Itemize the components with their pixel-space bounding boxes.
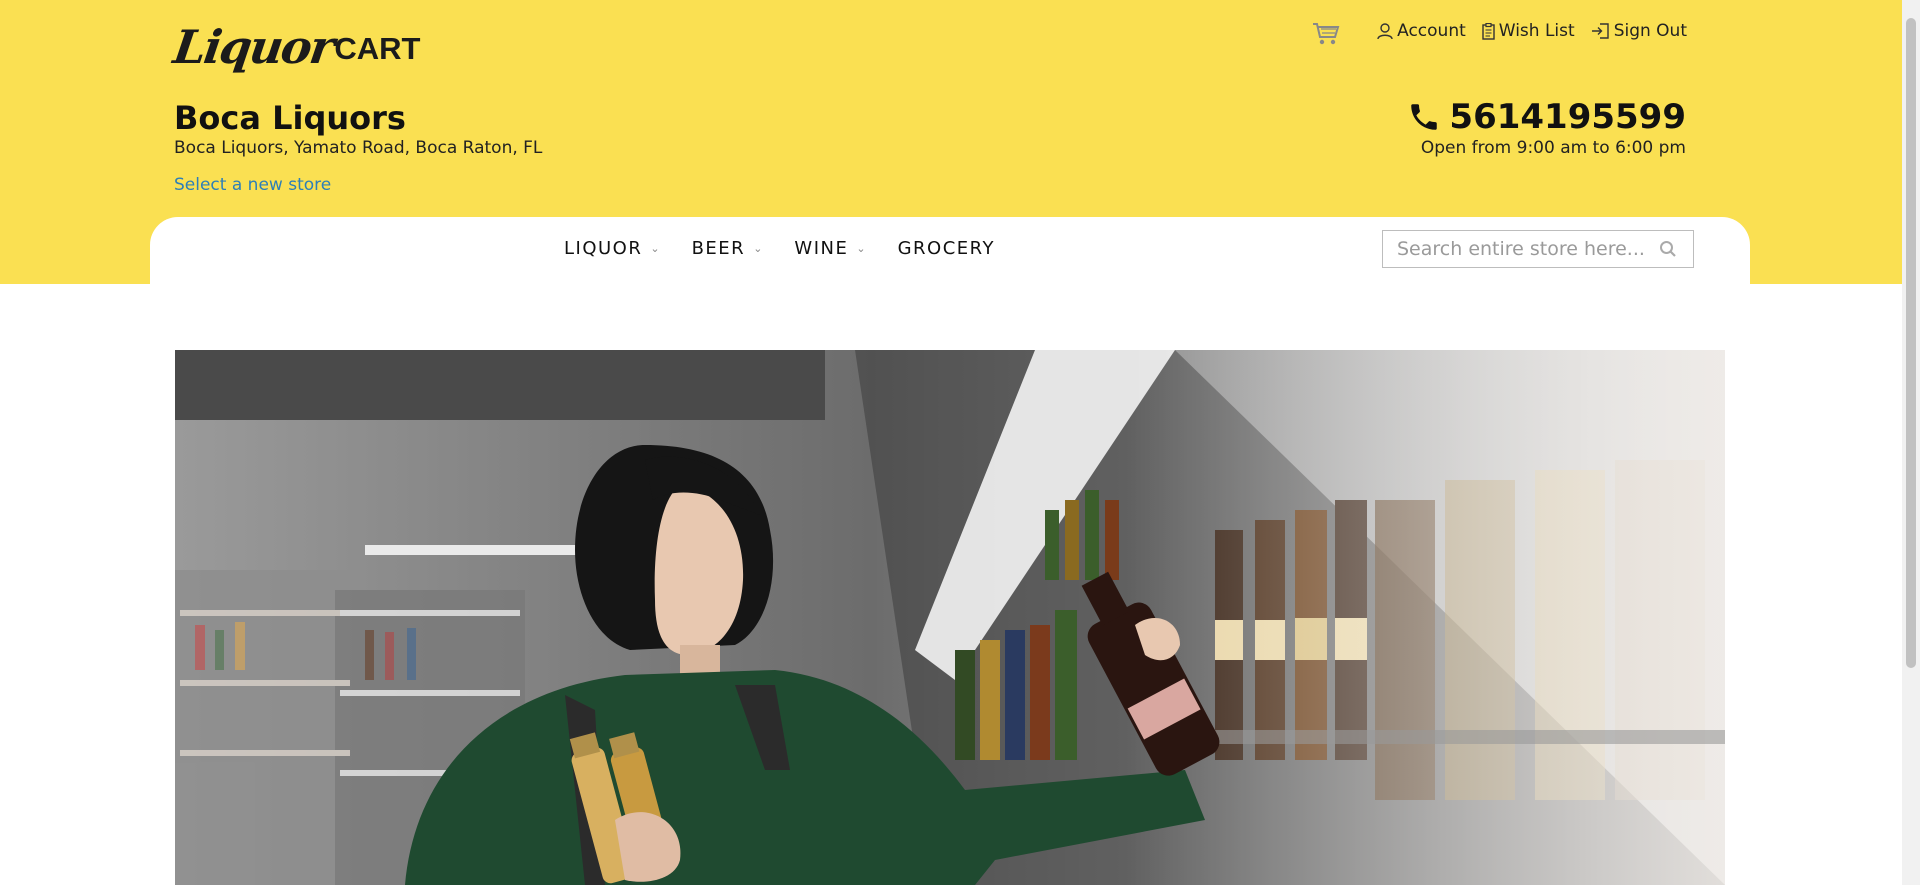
page-scrollbar[interactable] — [1902, 0, 1920, 885]
search-icon[interactable] — [1659, 240, 1677, 258]
phone-number: 5614195599 — [1449, 97, 1686, 137]
nav-menu: LIQUOR ⌄ BEER ⌄ WINE ⌄ GROCERY — [564, 238, 1027, 259]
select-store-link[interactable]: Select a new store — [174, 175, 331, 195]
wishlist-label: Wish List — [1498, 21, 1575, 41]
hero-photo-illustration — [175, 350, 1725, 885]
hero-banner-image[interactable] — [175, 350, 1725, 885]
signout-link[interactable]: Sign Out — [1591, 21, 1687, 41]
signout-label: Sign Out — [1613, 21, 1687, 41]
store-phone[interactable]: 5614195599 — [1407, 96, 1686, 138]
nav-item-beer[interactable]: BEER ⌄ — [692, 238, 763, 259]
cart-icon[interactable] — [1311, 18, 1341, 48]
search-box — [1382, 230, 1694, 268]
chevron-down-icon: ⌄ — [753, 242, 763, 255]
search-input[interactable] — [1395, 237, 1659, 261]
user-icon — [1377, 22, 1393, 39]
store-address: Boca Liquors, Yamato Road, Boca Raton, F… — [174, 138, 543, 158]
account-label: Account — [1397, 21, 1466, 41]
nav-item-label: BEER — [691, 238, 746, 259]
store-hours: Open from 9:00 am to 6:00 pm — [1420, 138, 1686, 158]
nav-item-liquor[interactable]: LIQUOR ⌄ — [564, 238, 660, 259]
clipboard-icon — [1482, 22, 1495, 40]
sign-out-icon — [1591, 23, 1609, 39]
nav-item-label: LIQUOR — [564, 238, 643, 259]
wishlist-link[interactable]: Wish List — [1482, 21, 1575, 41]
phone-icon — [1411, 104, 1438, 130]
chevron-down-icon: ⌄ — [856, 242, 866, 255]
main-navigation: LIQUOR ⌄ BEER ⌄ WINE ⌄ GROCERY — [150, 217, 1750, 327]
logo[interactable]: Liquor CART — [170, 12, 421, 74]
store-name: Boca Liquors — [174, 99, 406, 137]
nav-item-wine[interactable]: WINE ⌄ — [794, 238, 865, 259]
logo-script-text: Liquor — [170, 20, 337, 74]
nav-item-label: WINE — [794, 238, 849, 259]
scrollbar-thumb[interactable] — [1906, 18, 1916, 668]
nav-item-grocery[interactable]: GROCERY — [898, 238, 995, 259]
top-links: Account Wish List Sign Out — [1311, 14, 1687, 48]
account-link[interactable]: Account — [1377, 21, 1466, 41]
logo-block-text: CART — [334, 31, 421, 66]
chevron-down-icon: ⌄ — [650, 242, 660, 255]
nav-item-label: GROCERY — [897, 238, 995, 259]
